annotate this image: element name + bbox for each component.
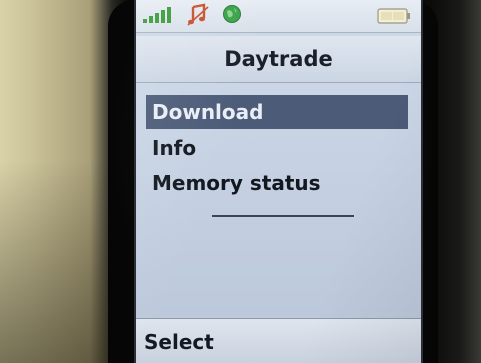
select-softkey[interactable]: Select	[144, 325, 214, 359]
softkey-bar: Select	[136, 318, 421, 363]
menu-item-download[interactable]: Download	[146, 95, 408, 129]
screen-title: Daytrade	[136, 36, 421, 83]
music-icon	[187, 3, 209, 26]
battery-icon	[377, 8, 410, 24]
status-bar	[136, 0, 421, 33]
signal-icon	[143, 7, 171, 23]
menu-item-memory-status[interactable]: Memory status	[146, 166, 408, 200]
menu-item-info[interactable]: Info	[146, 131, 408, 165]
phone-screen: Daytrade Download Info Memory status Sel…	[134, 0, 423, 363]
menu-divider	[212, 215, 354, 217]
wall-shadow	[0, 160, 120, 363]
globe-icon	[223, 5, 241, 23]
